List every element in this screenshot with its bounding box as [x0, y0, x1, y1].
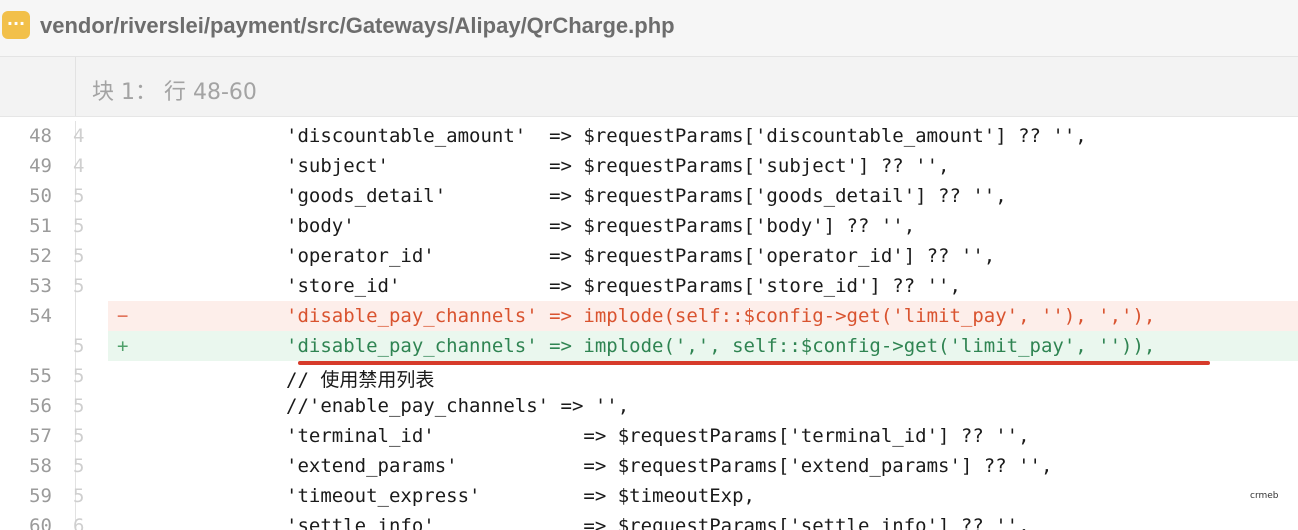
diff-view: 48 4 'discountable_amount' => $requestPara…	[0, 121, 1298, 530]
line-number-secondary: 5	[73, 275, 85, 297]
line-number: 50	[29, 185, 52, 207]
code-text: 'settle_info' => $requestParams['settle_…	[286, 515, 1030, 530]
code-line: 50 5 'goods_detail' => $requestParams['goo…	[0, 181, 1298, 211]
code-line: 52 5 'operator_id' => $requestParams['oper…	[0, 241, 1298, 271]
more-dots-glyph: ···	[6, 14, 26, 33]
code-line: 51 5 'body' => $requestParams['body'] ?? '…	[0, 211, 1298, 241]
code-line: 56 5 //'enable_pay_channels' => '',	[0, 391, 1298, 421]
code-text: 'disable_pay_channels' => implode(',', s…	[286, 335, 1156, 357]
code-text: 'goods_detail' => $requestParams['goods_…	[286, 185, 1007, 207]
code-line: 53 5 'store_id' => $requestParams['store_i…	[0, 271, 1298, 301]
line-number-secondary: 5	[73, 395, 85, 417]
line-number-secondary: 5	[73, 455, 85, 477]
chunk-label: 块 1： 行 48-60	[92, 80, 257, 105]
line-number-secondary: 5	[73, 245, 85, 267]
code-text: 'discountable_amount' => $requestParams[…	[286, 125, 1087, 147]
code-line: 48 4 'discountable_amount' => $requestPara…	[0, 121, 1298, 151]
title-bar: ··· vendor/riverslei/payment/src/Gateway…	[0, 0, 1298, 57]
line-number: 56	[29, 395, 52, 417]
minus-marker: −	[117, 305, 129, 327]
diff-line-deleted: 54 − 'disable_pay_channels' => implode(sel…	[0, 301, 1298, 331]
line-number: 58	[29, 455, 52, 477]
code-line: 49 4 'subject' => $requestParams['subject'…	[0, 151, 1298, 181]
line-number-secondary: 5	[73, 365, 85, 387]
line-number-secondary: 4	[73, 155, 85, 177]
line-number: 52	[29, 245, 52, 267]
line-number-secondary: 5	[73, 425, 85, 447]
code-text: 'disable_pay_channels' => implode(self::…	[286, 305, 1156, 327]
code-line: 59 5 'timeout_express' => $timeoutExp,	[0, 481, 1298, 511]
more-dots-icon[interactable]: ···	[2, 11, 30, 39]
diff-line-added: 5 + 'disable_pay_channels' => implode(',',…	[0, 331, 1298, 361]
code-text: // 使用禁用列表	[286, 369, 435, 391]
line-number-secondary: 5	[73, 185, 85, 207]
line-number: 57	[29, 425, 52, 447]
chunk-header-gutter	[0, 57, 76, 116]
code-line: 57 5 'terminal_id' => $requestParams['term…	[0, 421, 1298, 451]
annotation-underline	[298, 361, 1210, 365]
code-text: 'store_id' => $requestParams['store_id']…	[286, 275, 961, 297]
line-number: 48	[29, 125, 52, 147]
file-path: vendor/riverslei/payment/src/Gateways/Al…	[40, 13, 675, 38]
code-text: 'body' => $requestParams['body'] ?? '',	[286, 215, 916, 237]
line-number: 60	[29, 515, 52, 530]
code-text: 'operator_id' => $requestParams['operato…	[286, 245, 996, 267]
line-number: 51	[29, 215, 52, 237]
code-line: 55 5// 使用禁用列表	[0, 361, 1298, 391]
line-number: 59	[29, 485, 52, 507]
chunk-header: 块 1： 行 48-60	[0, 57, 1298, 117]
line-number-secondary: 5	[73, 215, 85, 237]
line-number-secondary: 5	[73, 335, 85, 357]
code-text: //'enable_pay_channels' => '',	[286, 395, 630, 417]
line-number: 53	[29, 275, 52, 297]
code-text: 'subject' => $requestParams['subject'] ?…	[286, 155, 950, 177]
line-number: 54	[29, 305, 52, 327]
code-text: 'terminal_id' => $requestParams['termina…	[286, 425, 1030, 447]
code-line: 58 5 'extend_params' => $requestParams['ex…	[0, 451, 1298, 481]
watermark: crmeb	[1250, 491, 1279, 501]
code-text: 'extend_params' => $requestParams['exten…	[286, 455, 1053, 477]
line-number: 55	[29, 365, 52, 387]
line-number-secondary: 4	[73, 125, 85, 147]
code-line: 60 6 'settle_info' => $requestParams['sett…	[0, 511, 1298, 530]
line-number-secondary: 6	[73, 515, 85, 530]
line-number: 49	[29, 155, 52, 177]
line-number-secondary: 5	[73, 485, 85, 507]
code-text: 'timeout_express' => $timeoutExp,	[286, 485, 755, 507]
plus-marker: +	[117, 335, 129, 357]
